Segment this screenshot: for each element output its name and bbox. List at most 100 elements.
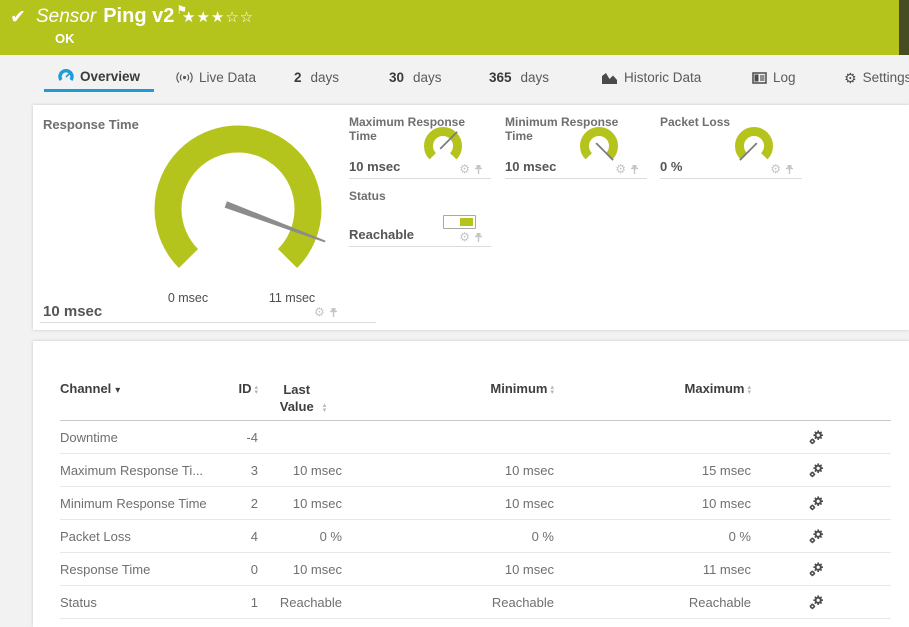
channel-last-value: 10 msec	[258, 562, 342, 577]
live-signal-icon	[176, 71, 193, 84]
channel-last-value: Reachable	[258, 595, 342, 610]
pin-icon[interactable]	[474, 232, 483, 243]
gear-icon[interactable]: ⚙	[459, 162, 470, 176]
channel-settings-gears-icon[interactable]	[751, 496, 881, 511]
gear-icon[interactable]: ⚙	[615, 162, 626, 176]
tab-historic-data[interactable]: Historic Data	[597, 63, 705, 92]
sort-icon: ▴▾	[323, 403, 327, 413]
column-header-id[interactable]: ID▴▾	[228, 381, 258, 396]
channel-last-value: 10 msec	[258, 463, 342, 478]
table-row: Maximum Response Ti... 3 10 msec 10 msec…	[60, 454, 891, 487]
channel-rows: Downtime -4 Maximum Response Ti... 3 10 …	[60, 421, 891, 619]
channel-minimum: Reachable	[342, 595, 554, 610]
widget-actions: ⚙	[615, 162, 639, 176]
response-time-gauge	[148, 121, 378, 316]
channel-maximum: 15 msec	[554, 463, 751, 478]
channel-name: Minimum Response Time	[60, 496, 228, 511]
status-toggle	[443, 215, 476, 229]
gear-icon[interactable]: ⚙	[459, 230, 470, 244]
tab-live-data[interactable]: Live Data	[172, 63, 260, 92]
sort-icon: ▴▾	[747, 385, 751, 395]
channel-name: Status	[60, 595, 228, 610]
channel-id: 4	[228, 529, 258, 544]
pin-icon[interactable]	[474, 164, 483, 175]
packet-loss-widget: Packet Loss 0 % ⚙	[660, 115, 802, 179]
gear-icon: ⚙	[844, 71, 857, 85]
gauge-icon	[58, 69, 74, 83]
pin-icon[interactable]	[329, 307, 338, 318]
channel-settings-gears-icon[interactable]	[751, 430, 881, 445]
channel-minimum: 10 msec	[342, 562, 554, 577]
tab-365-days[interactable]: 365 days	[485, 63, 553, 92]
channel-id: 3	[228, 463, 258, 478]
channel-last-value: 0 %	[258, 529, 342, 544]
sensor-status-badge: OK	[55, 31, 75, 46]
gauge-scale-max-label: 11 msec	[261, 291, 323, 305]
sensor-title: SensorPing v2⚑	[36, 5, 187, 28]
channel-id: -4	[228, 430, 258, 445]
channel-id: 1	[228, 595, 258, 610]
overview-gauges-panel: Response Time 0 msec 11 msec 10 msec ⚙ M…	[33, 105, 909, 330]
maximum-response-time-widget: Maximum Response Time 10 msec ⚙	[349, 115, 491, 179]
widget-actions: ⚙	[459, 162, 483, 176]
widget-actions: ⚙	[770, 162, 794, 176]
tab-settings[interactable]: ⚙ Settings	[840, 63, 909, 92]
pin-icon[interactable]	[785, 164, 794, 175]
column-header-channel[interactable]: Channel▾	[60, 381, 228, 396]
table-row: Downtime -4	[60, 421, 891, 454]
channel-table-panel: Channel▾ ID▴▾ Last Value▴▾ Minimum▴▾ Max…	[33, 341, 909, 627]
sensor-header: ✔ SensorPing v2⚑ ★★★☆☆ OK	[0, 0, 909, 55]
channel-settings-gears-icon[interactable]	[751, 529, 881, 544]
pin-icon[interactable]	[630, 164, 639, 175]
tab-log[interactable]: Log	[748, 63, 800, 92]
table-row: Packet Loss 4 0 % 0 % 0 %	[60, 520, 891, 553]
channel-name: Packet Loss	[60, 529, 228, 544]
widget-actions: ⚙	[459, 230, 483, 244]
channel-minimum: 10 msec	[342, 463, 554, 478]
channel-id: 2	[228, 496, 258, 511]
widget-value: 10 msec	[505, 159, 556, 174]
channel-name: Downtime	[60, 430, 228, 445]
response-time-gauge-title: Response Time	[43, 117, 139, 132]
channel-settings-gears-icon[interactable]	[751, 595, 881, 610]
response-time-value: 10 msec	[43, 303, 102, 320]
channel-settings-gears-icon[interactable]	[751, 562, 881, 577]
channel-maximum: 11 msec	[554, 562, 751, 577]
channel-table-header: Channel▾ ID▴▾ Last Value▴▾ Minimum▴▾ Max…	[60, 379, 891, 421]
channel-name: Maximum Response Ti...	[60, 463, 228, 478]
channel-maximum: 10 msec	[554, 496, 751, 511]
tab-2-days[interactable]: 2 days	[290, 63, 343, 92]
column-header-maximum[interactable]: Maximum▴▾	[554, 381, 751, 396]
channel-id: 0	[228, 562, 258, 577]
widget-value: Reachable	[349, 227, 414, 242]
tab-overview[interactable]: Overview	[44, 63, 154, 92]
sensor-type-label: Sensor	[36, 6, 96, 27]
widget-value: 0 %	[660, 159, 682, 174]
area-chart-icon	[601, 71, 618, 85]
widget-title: Status	[349, 189, 491, 203]
column-header-minimum[interactable]: Minimum▴▾	[342, 381, 554, 396]
table-row: Minimum Response Time 2 10 msec 10 msec …	[60, 487, 891, 520]
gear-icon[interactable]: ⚙	[770, 162, 781, 176]
sort-desc-icon: ▾	[115, 385, 120, 396]
response-time-widget-actions: ⚙	[314, 305, 338, 319]
header-edge-strip	[899, 0, 909, 55]
channel-maximum: 0 %	[554, 529, 751, 544]
gauge-scale-min-label: 0 msec	[157, 291, 219, 305]
channel-maximum: Reachable	[554, 595, 751, 610]
gear-icon[interactable]: ⚙	[314, 305, 325, 319]
status-toggle-knob	[460, 218, 473, 226]
channel-table: Channel▾ ID▴▾ Last Value▴▾ Minimum▴▾ Max…	[33, 341, 909, 619]
ok-check-icon: ✔	[10, 6, 26, 29]
channel-last-value: 10 msec	[258, 496, 342, 511]
widget-value: 10 msec	[349, 159, 400, 174]
tab-30-days[interactable]: 30 days	[385, 63, 446, 92]
channel-settings-gears-icon[interactable]	[751, 463, 881, 478]
channel-minimum: 0 %	[342, 529, 554, 544]
tab-bar: Overview Live Data 2 days 30 days 365 da…	[0, 63, 909, 94]
minimum-response-time-widget: Minimum Response Time 10 msec ⚙	[505, 115, 647, 179]
priority-stars[interactable]: ★★★☆☆	[182, 8, 254, 26]
channel-name: Response Time	[60, 562, 228, 577]
column-header-last-value[interactable]: Last Value▴▾	[258, 381, 342, 415]
widget-divider	[40, 322, 376, 323]
